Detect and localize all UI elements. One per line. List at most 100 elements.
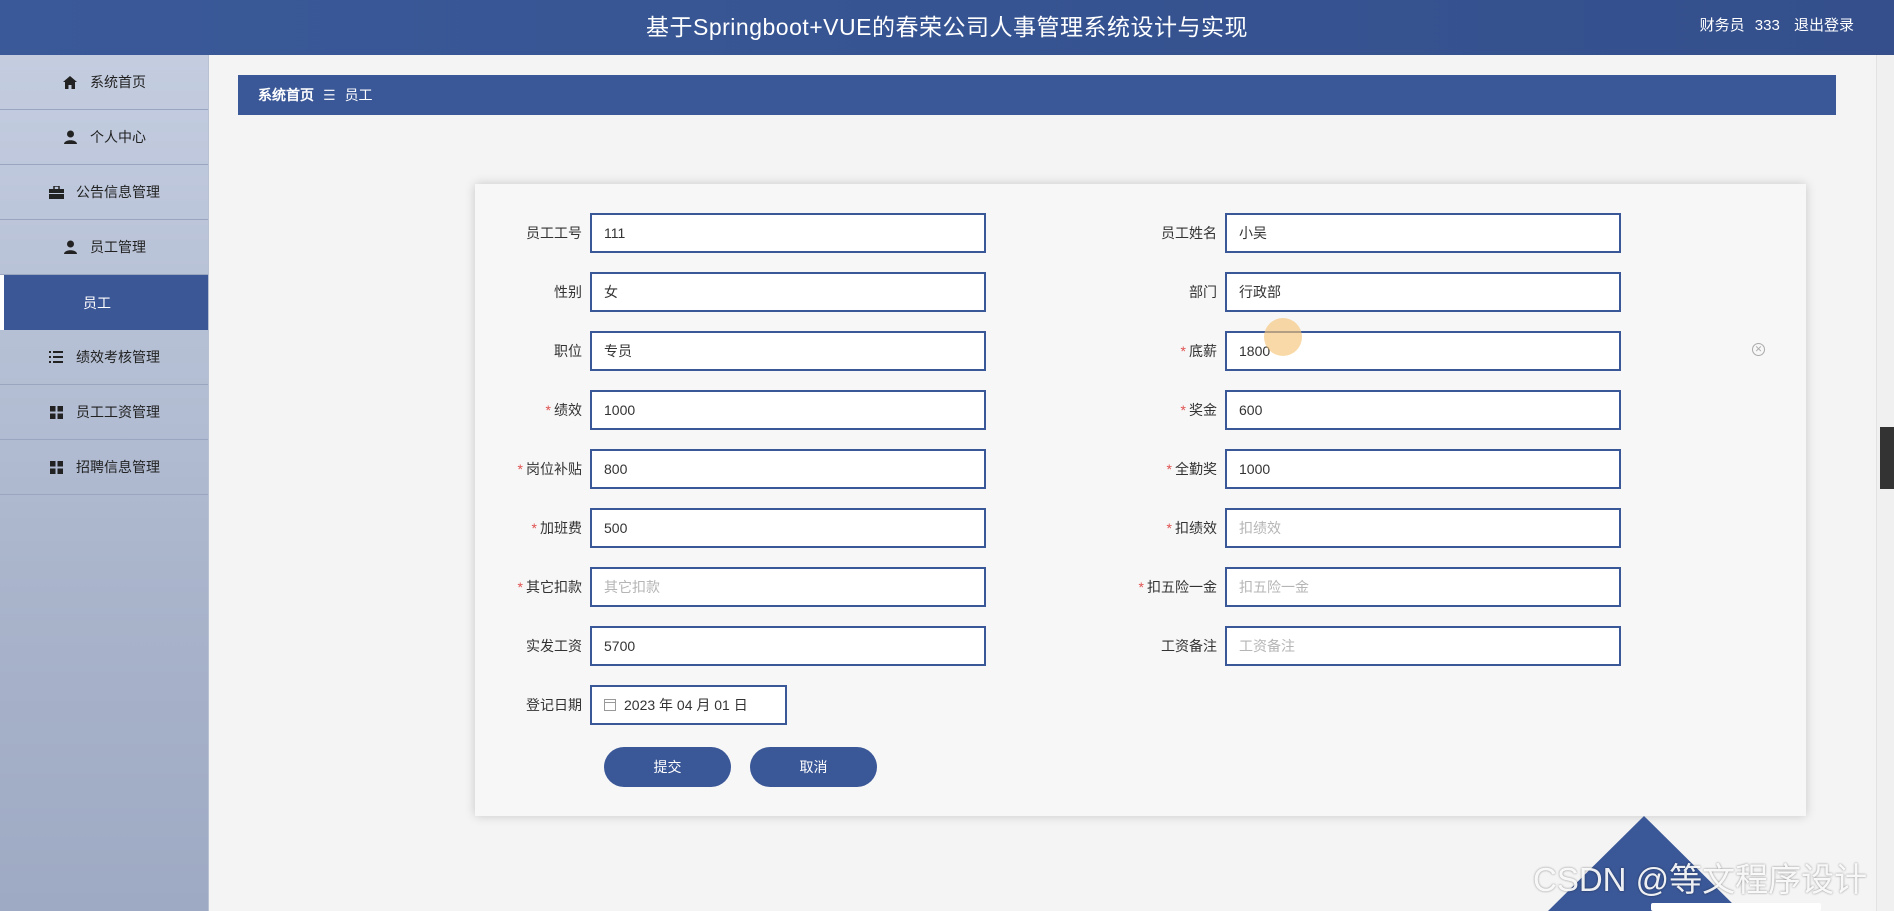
employee-name-label: 员工姓名	[1161, 225, 1217, 241]
insurance-deduction-input[interactable]: 扣五险一金	[1225, 567, 1621, 607]
field-post-allowance: * 岗位补贴 800	[495, 449, 986, 489]
register-date-label: 登记日期	[526, 697, 582, 713]
field-insurance-deduction: * 扣五险一金 扣五险一金	[1130, 567, 1621, 607]
department-input[interactable]: 行政部	[1225, 272, 1621, 312]
sidebar-item-label: 个人中心	[90, 129, 146, 145]
employee-no-input[interactable]: 111	[590, 213, 986, 253]
field-actual-salary: 实发工资 5700	[495, 626, 986, 666]
field-register-date: 登记日期 2023 年 04 月 01 日	[495, 685, 787, 725]
other-deduction-input[interactable]: 其它扣款	[590, 567, 986, 607]
sidebar-item-performance[interactable]: 绩效考核管理	[0, 330, 208, 385]
required-mark: *	[1138, 579, 1144, 595]
performance-input[interactable]: 1000	[590, 390, 986, 430]
field-gender: 性别 女	[495, 272, 986, 312]
list-icon	[48, 349, 64, 365]
field-other-deduction: * 其它扣款 其它扣款	[495, 567, 986, 607]
field-position: 职位 专员	[495, 331, 986, 371]
briefcase-icon	[48, 184, 64, 200]
actual-salary-label: 实发工资	[526, 638, 582, 654]
home-icon	[62, 74, 78, 90]
sidebar-item-profile[interactable]: 个人中心	[0, 110, 208, 165]
sidebar: 系统首页 个人中心 公告信息管理 员工管理 员工 绩效考核管理 员工工资管理 招…	[0, 55, 209, 911]
bonus-label: * 奖金	[1180, 402, 1217, 418]
sidebar-item-recruit[interactable]: 招聘信息管理	[0, 440, 208, 495]
required-mark: *	[1166, 520, 1172, 536]
overtime-pay-label: * 加班费	[531, 520, 582, 536]
required-mark: *	[517, 579, 523, 595]
overtime-pay-input[interactable]: 500	[590, 508, 986, 548]
user-icon	[62, 129, 78, 145]
side-panel-toggle[interactable]	[1880, 427, 1894, 489]
user-info: 财务员 333 退出登录	[1690, 0, 1854, 52]
sidebar-item-salary[interactable]: 员工工资管理	[0, 385, 208, 440]
field-salary-note: 工资备注 工资备注	[1130, 626, 1621, 666]
user-name: 333	[1754, 17, 1780, 34]
sidebar-item-label: 员工工资管理	[76, 404, 160, 420]
other-deduction-label: * 其它扣款	[517, 579, 582, 595]
base-salary-label: * 底薪	[1180, 343, 1217, 359]
field-attendance-bonus: * 全勤奖 1000	[1130, 449, 1621, 489]
post-allowance-input[interactable]: 800	[590, 449, 986, 489]
sidebar-item-label: 公告信息管理	[76, 184, 160, 200]
watermark: CSDN @等文程序设计	[1533, 861, 1868, 898]
attendance-bonus-input[interactable]: 1000	[1225, 449, 1621, 489]
required-mark: *	[545, 402, 551, 418]
field-performance: * 绩效 1000	[495, 390, 986, 430]
gender-label: 性别	[554, 284, 582, 300]
field-base-salary: * 底薪 1800	[1130, 331, 1621, 371]
system-title: 基于Springboot+VUE的春荣公司人事管理系统设计与实现	[646, 14, 1248, 40]
user-icon	[62, 239, 78, 255]
field-bonus: * 奖金 600	[1130, 390, 1621, 430]
field-employee-no: 员工工号 111	[495, 213, 986, 253]
salary-note-input[interactable]: 工资备注	[1225, 626, 1621, 666]
employee-form-card: 员工工号 111 员工姓名 小吴 性别 女 部门 行政部 职位 专员 * 底薪 1…	[475, 184, 1806, 816]
submit-button[interactable]: 提交	[604, 747, 731, 787]
position-label: 职位	[554, 343, 582, 359]
breadcrumb-home[interactable]: 系统首页	[258, 85, 314, 105]
calendar-icon	[604, 699, 616, 711]
breadcrumb-separator-icon: ☰	[323, 86, 336, 103]
perf-deduction-input[interactable]: 扣绩效	[1225, 508, 1621, 548]
employee-no-label: 员工工号	[526, 225, 582, 241]
gender-input[interactable]: 女	[590, 272, 986, 312]
salary-note-label: 工资备注	[1161, 638, 1217, 654]
cursor-highlight	[1264, 318, 1302, 356]
sidebar-item-label: 员工	[83, 294, 111, 311]
position-input[interactable]: 专员	[590, 331, 986, 371]
required-mark: *	[1180, 343, 1186, 359]
attendance-bonus-label: * 全勤奖	[1166, 461, 1217, 477]
employee-name-input[interactable]: 小吴	[1225, 213, 1621, 253]
sidebar-item-label: 系统首页	[90, 74, 146, 90]
performance-label: * 绩效	[545, 402, 582, 418]
required-mark: *	[1180, 402, 1186, 418]
required-mark: *	[517, 461, 523, 477]
bonus-input[interactable]: 600	[1225, 390, 1621, 430]
field-perf-deduction: * 扣绩效 扣绩效	[1130, 508, 1621, 548]
ime-toolbar	[1651, 903, 1821, 911]
required-mark: *	[531, 520, 537, 536]
clear-icon[interactable]: ✕	[1752, 343, 1765, 356]
sidebar-item-home[interactable]: 系统首页	[0, 55, 208, 110]
cancel-button[interactable]: 取消	[750, 747, 877, 787]
grid-icon	[48, 404, 64, 420]
register-date-picker[interactable]: 2023 年 04 月 01 日	[590, 685, 787, 725]
sidebar-item-employee-mgmt[interactable]: 员工管理	[0, 220, 208, 275]
sidebar-subitem-employee[interactable]: 员工	[0, 275, 208, 330]
sidebar-item-label: 招聘信息管理	[76, 459, 160, 475]
sidebar-item-label: 绩效考核管理	[76, 349, 160, 365]
grid-icon	[48, 459, 64, 475]
breadcrumb: 系统首页 ☰ 员工	[238, 75, 1836, 115]
required-mark: *	[1166, 461, 1172, 477]
department-label: 部门	[1189, 284, 1217, 300]
actual-salary-input[interactable]: 5700	[590, 626, 986, 666]
field-employee-name: 员工姓名 小吴	[1130, 213, 1621, 253]
logout-link[interactable]: 退出登录	[1794, 17, 1854, 34]
sidebar-item-label: 员工管理	[90, 239, 146, 255]
field-overtime-pay: * 加班费 500	[495, 508, 986, 548]
post-allowance-label: * 岗位补贴	[517, 461, 582, 477]
sidebar-item-notice[interactable]: 公告信息管理	[0, 165, 208, 220]
field-department: 部门 行政部	[1130, 272, 1621, 312]
register-date-value: 2023 年 04 月 01 日	[624, 697, 748, 713]
insurance-deduction-label: * 扣五险一金	[1138, 579, 1217, 595]
breadcrumb-current: 员工	[344, 87, 373, 103]
